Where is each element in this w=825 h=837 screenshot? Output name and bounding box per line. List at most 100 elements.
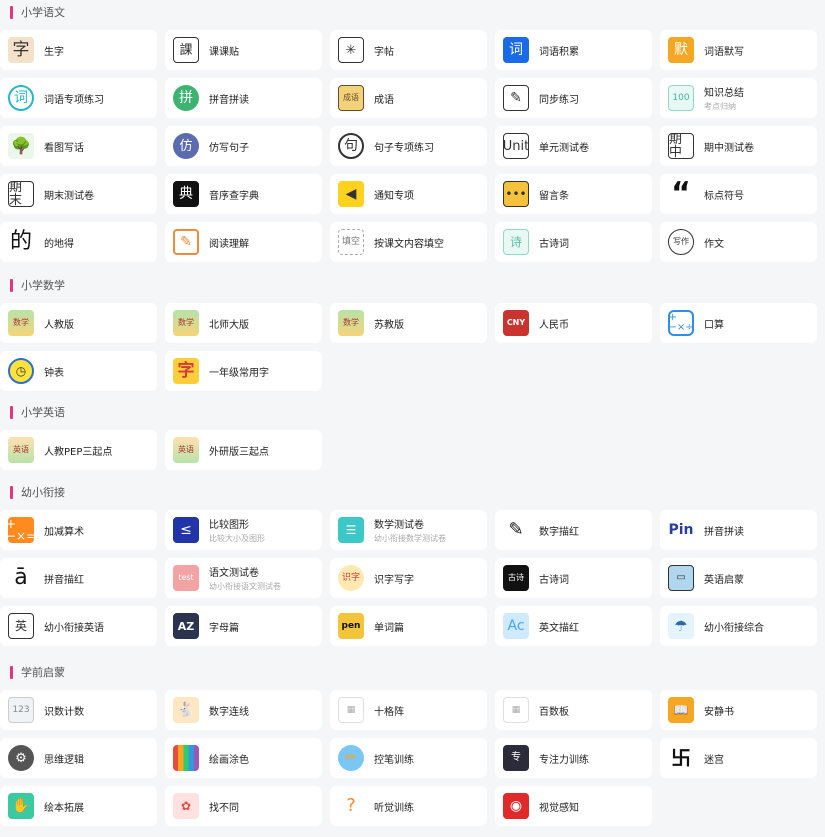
section-title: 学前启蒙	[21, 666, 65, 679]
feature-card[interactable]: 課课课贴	[165, 30, 322, 70]
card-label: 十格阵	[374, 706, 404, 718]
feature-card[interactable]: CNY 人民币	[495, 303, 652, 343]
feature-card[interactable]: 📖 安静书	[660, 690, 817, 730]
feature-card[interactable]: 英语 人教PEP三起点	[0, 430, 157, 470]
section-title: 幼小衔接	[21, 486, 65, 499]
feature-card[interactable]: +−×= 加减算术	[0, 510, 157, 550]
feature-card[interactable]: 拼拼音拼读	[165, 78, 322, 118]
feature-card[interactable]: ✎ 同步练习	[495, 78, 652, 118]
card-label: 绘本拓展	[44, 802, 84, 814]
feature-card[interactable]: 识字 识字写字	[330, 558, 487, 598]
section-header: 幼小衔接	[10, 483, 65, 501]
feature-card[interactable]: 古诗 古诗词	[495, 558, 652, 598]
feature-card[interactable]: ✏ 控笔训练	[330, 738, 487, 778]
feature-card[interactable]: 🌳 看图写话	[0, 126, 157, 166]
feature-card[interactable]: 123 识数计数	[0, 690, 157, 730]
umbrella-icon: ☂	[668, 613, 694, 639]
feature-card[interactable]: ••• 留言条	[495, 174, 652, 214]
feature-card[interactable]: ◷ 钟表	[0, 351, 157, 391]
feature-card[interactable]: ✎ 阅读理解	[165, 222, 322, 262]
card-text: 英语启蒙	[704, 571, 744, 586]
pencil-icon: ✏	[338, 745, 364, 771]
dictionary-icon: 典	[173, 181, 199, 207]
feature-card[interactable]: 默词语默写	[660, 30, 817, 70]
feature-card[interactable]: 英幼小衔接英语	[0, 606, 157, 646]
counting-icon: 123	[8, 697, 34, 723]
feature-card[interactable]: pen 单词篇	[330, 606, 487, 646]
card-label: 拼音描红	[44, 574, 84, 586]
feature-card[interactable]: 期末 期末测试卷	[0, 174, 157, 214]
feature-card[interactable]: test 语文测试卷 幼小衔接语文测试卷	[165, 558, 322, 598]
feature-card[interactable]: 的的地得	[0, 222, 157, 262]
card-text: 词语专项练习	[44, 91, 104, 106]
picture-book-icon: ✋	[8, 793, 34, 819]
feature-card[interactable]: 字一年级常用字	[165, 351, 322, 391]
feature-card[interactable]: 填空 按课文内容填空	[330, 222, 487, 262]
card-label: 语文测试卷	[209, 568, 259, 579]
card-text: 苏教版	[374, 316, 404, 331]
feature-card[interactable]: 成语 成语	[330, 78, 487, 118]
fill-blank-icon: 填空	[338, 229, 364, 255]
card-label: 阅读理解	[209, 238, 249, 250]
feature-card[interactable]: 数学 苏教版	[330, 303, 487, 343]
feature-card[interactable]: ◉ 视觉感知	[495, 786, 652, 826]
feature-card[interactable]: 写作 作文	[660, 222, 817, 262]
feature-card[interactable]: Ac 英文描红	[495, 606, 652, 646]
card-label: 留言条	[539, 190, 569, 202]
feature-card[interactable]: +−×÷ 口算	[660, 303, 817, 343]
card-text: 数字描红	[539, 523, 579, 538]
feature-card[interactable]: ▭ 英语启蒙	[660, 558, 817, 598]
feature-card[interactable]: 字生字	[0, 30, 157, 70]
card-text: 一年级常用字	[209, 364, 269, 379]
feature-card[interactable]: ◀ 通知专项	[330, 174, 487, 214]
feature-card[interactable]: 100 知识总结 考点归纳	[660, 78, 817, 118]
feature-card[interactable]: ✿ 找不同	[165, 786, 322, 826]
feature-card[interactable]: 期中 期中测试卷	[660, 126, 817, 166]
feature-card[interactable]: 诗古诗词	[495, 222, 652, 262]
card-label: 找不同	[209, 802, 239, 814]
feature-card[interactable]: 英语 外研版三起点	[165, 430, 322, 470]
feature-card[interactable]: ✎ 数字描红	[495, 510, 652, 550]
feature-card[interactable]: ≤ 比较图形 比较大小及图形	[165, 510, 322, 550]
feature-card[interactable]: Pin 拼音拼读	[660, 510, 817, 550]
feature-card[interactable]: 词词语专项练习	[0, 78, 157, 118]
feature-card[interactable]: ā 拼音描红	[0, 558, 157, 598]
textbook-icon: 数学	[338, 310, 364, 336]
card-text: 钟表	[44, 364, 64, 379]
card-text: 按课文内容填空	[374, 235, 444, 250]
unit-icon: Unit	[503, 133, 529, 159]
feature-card[interactable]: ✳ 字帖	[330, 30, 487, 70]
feature-card[interactable]: ⚙ 思维逻辑	[0, 738, 157, 778]
feature-card[interactable]: ☂ 幼小衔接综合	[660, 606, 817, 646]
feature-card[interactable]: ✋ 绘本拓展	[0, 786, 157, 826]
card-label: 幼小衔接综合	[704, 622, 764, 634]
feature-card[interactable]: 专专注力训练	[495, 738, 652, 778]
feature-card[interactable]: “ 标点符号	[660, 174, 817, 214]
eye-icon: ◉	[503, 793, 529, 819]
feature-card[interactable]: 卐 迷宫	[660, 738, 817, 778]
card-text: 期末测试卷	[44, 187, 94, 202]
feature-card[interactable]: 句句子专项练习	[330, 126, 487, 166]
feature-card[interactable]: 🐇 数字连线	[165, 690, 322, 730]
feature-card[interactable]: ▦ 十格阵	[330, 690, 487, 730]
feature-card[interactable]: AZ 字母篇	[165, 606, 322, 646]
card-label: 数字描红	[539, 526, 579, 538]
feature-card[interactable]: ▦ 百数板	[495, 690, 652, 730]
poem-icon: 诗	[503, 229, 529, 255]
section-accent-bar	[10, 5, 13, 19]
feature-card[interactable]: 绘画涂色	[165, 738, 322, 778]
feature-card[interactable]: Unit 单元测试卷	[495, 126, 652, 166]
focus-icon: 专	[503, 745, 529, 771]
feature-card[interactable]: 数学 北师大版	[165, 303, 322, 343]
feature-card[interactable]: 仿仿写句子	[165, 126, 322, 166]
card-subtitle: 比较大小及图形	[209, 534, 265, 543]
card-text: 迷宫	[704, 751, 724, 766]
feature-card[interactable]: ☰ 数学测试卷 幼小衔接数学测试卷	[330, 510, 487, 550]
card-label: 比较图形	[209, 520, 249, 531]
card-text: 幼小衔接综合	[704, 619, 764, 634]
feature-card[interactable]: 数学 人教版	[0, 303, 157, 343]
feature-card[interactable]: ? 听觉训练	[330, 786, 487, 826]
feature-card[interactable]: 典音序查字典	[165, 174, 322, 214]
feature-card[interactable]: 词词语积累	[495, 30, 652, 70]
edit-icon: ✎	[173, 229, 199, 255]
